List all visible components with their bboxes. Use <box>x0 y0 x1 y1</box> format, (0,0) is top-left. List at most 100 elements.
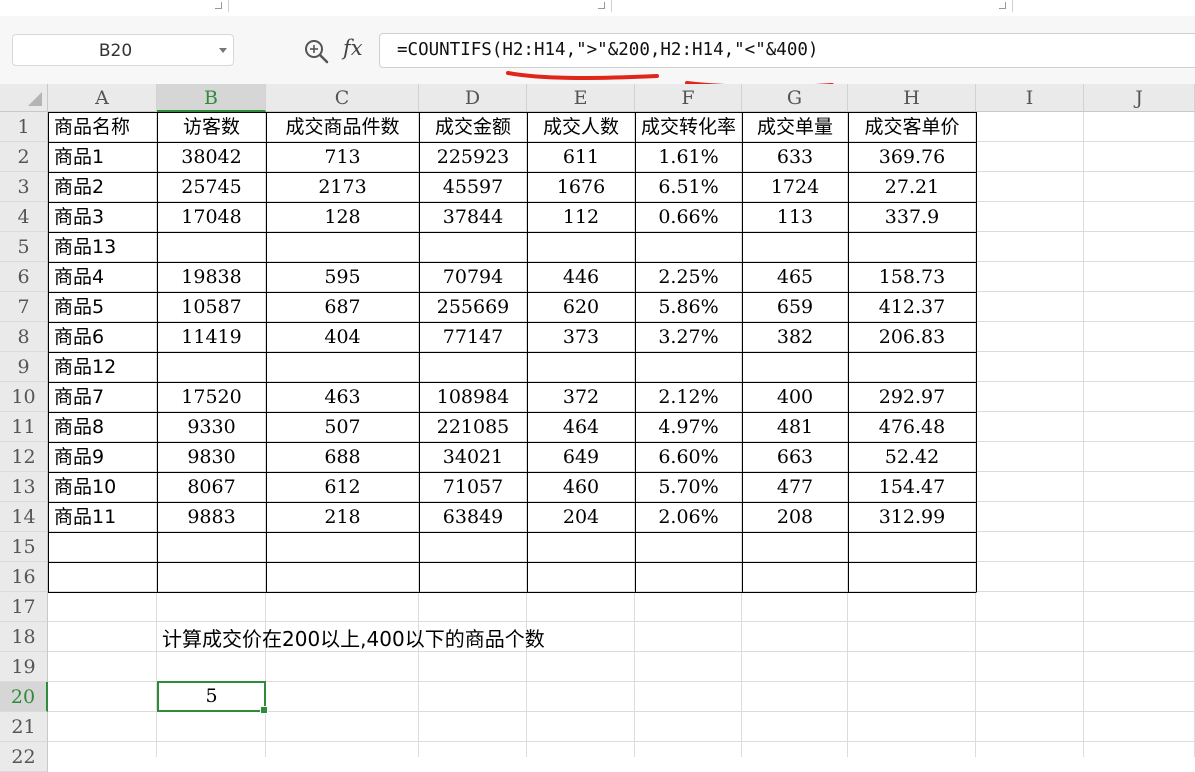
data-cell[interactable]: 2.06% <box>635 502 742 532</box>
data-cell[interactable]: 337.9 <box>848 202 976 232</box>
product-name-cell[interactable]: 商品13 <box>48 232 157 262</box>
column-header-E[interactable]: E <box>527 84 635 112</box>
data-cell[interactable]: 63849 <box>419 502 527 532</box>
data-cell[interactable]: 6.51% <box>635 172 742 202</box>
product-name-cell[interactable]: 商品7 <box>48 382 157 412</box>
product-name-cell[interactable]: 商品1 <box>48 142 157 172</box>
product-name-cell[interactable]: 商品12 <box>48 352 157 382</box>
data-cell[interactable]: 128 <box>266 202 419 232</box>
row-header-18[interactable]: 18 <box>0 622 48 652</box>
data-cell[interactable]: 208 <box>742 502 848 532</box>
row-header-11[interactable]: 11 <box>0 412 48 442</box>
product-name-cell[interactable]: 商品3 <box>48 202 157 232</box>
column-header-J[interactable]: J <box>1084 84 1195 112</box>
data-cell[interactable]: 3.27% <box>635 322 742 352</box>
column-header-B[interactable]: B <box>157 84 266 112</box>
data-cell[interactable]: 38042 <box>157 142 266 172</box>
group-expand-icon[interactable] <box>999 2 1006 9</box>
data-cell[interactable]: 52.42 <box>848 442 976 472</box>
product-name-cell[interactable]: 商品5 <box>48 292 157 322</box>
group-expand-icon[interactable] <box>215 2 222 9</box>
data-cell[interactable]: 9883 <box>157 502 266 532</box>
data-cell[interactable]: 713 <box>266 142 419 172</box>
data-cell[interactable]: 465 <box>742 262 848 292</box>
header-cell[interactable]: 成交转化率 <box>635 112 742 142</box>
data-cell[interactable]: 218 <box>266 502 419 532</box>
data-cell[interactable]: 507 <box>266 412 419 442</box>
name-box[interactable]: B20 <box>12 34 234 66</box>
data-cell[interactable]: 372 <box>527 382 635 412</box>
data-cell[interactable]: 312.99 <box>848 502 976 532</box>
data-cell[interactable]: 620 <box>527 292 635 322</box>
data-cell[interactable]: 17520 <box>157 382 266 412</box>
header-cell[interactable]: 成交人数 <box>527 112 635 142</box>
select-all-corner[interactable] <box>0 84 48 112</box>
data-cell[interactable]: 463 <box>266 382 419 412</box>
product-name-cell[interactable]: 商品10 <box>48 472 157 502</box>
data-cell[interactable]: 77147 <box>419 322 527 352</box>
product-name-cell[interactable]: 商品2 <box>48 172 157 202</box>
data-cell[interactable]: 206.83 <box>848 322 976 352</box>
header-cell[interactable]: 成交商品件数 <box>266 112 419 142</box>
data-cell[interactable]: 25745 <box>157 172 266 202</box>
data-cell[interactable]: 71057 <box>419 472 527 502</box>
data-cell[interactable]: 382 <box>742 322 848 352</box>
header-cell[interactable]: 访客数 <box>157 112 266 142</box>
data-cell[interactable]: 225923 <box>419 142 527 172</box>
data-cell[interactable]: 688 <box>266 442 419 472</box>
row-header-13[interactable]: 13 <box>0 472 48 502</box>
header-cell[interactable]: 商品名称 <box>48 112 157 142</box>
row-header-2[interactable]: 2 <box>0 142 48 172</box>
column-header-G[interactable]: G <box>742 84 848 112</box>
column-header-I[interactable]: I <box>976 84 1084 112</box>
column-header-C[interactable]: C <box>266 84 419 112</box>
row-header-16[interactable]: 16 <box>0 562 48 592</box>
row-header-15[interactable]: 15 <box>0 532 48 562</box>
row-header-20[interactable]: 20 <box>0 682 48 712</box>
data-cell[interactable]: 481 <box>742 412 848 442</box>
column-header-A[interactable]: A <box>48 84 157 112</box>
data-cell[interactable]: 158.73 <box>848 262 976 292</box>
group-expand-icon[interactable] <box>598 2 605 9</box>
data-cell[interactable]: 1676 <box>527 172 635 202</box>
data-cell[interactable]: 369.76 <box>848 142 976 172</box>
data-cell[interactable]: 9330 <box>157 412 266 442</box>
data-cell[interactable]: 659 <box>742 292 848 322</box>
chevron-down-icon[interactable] <box>219 48 227 53</box>
selected-cell-b20[interactable]: 5 <box>157 681 268 714</box>
header-cell[interactable]: 成交客单价 <box>848 112 976 142</box>
row-header-22[interactable]: 22 <box>0 742 48 772</box>
fill-handle[interactable] <box>260 706 268 714</box>
data-cell[interactable]: 687 <box>266 292 419 322</box>
data-cell[interactable]: 2.12% <box>635 382 742 412</box>
column-header-F[interactable]: F <box>635 84 742 112</box>
data-cell[interactable]: 255669 <box>419 292 527 322</box>
data-cell[interactable]: 9830 <box>157 442 266 472</box>
data-cell[interactable]: 460 <box>527 472 635 502</box>
data-cell[interactable]: 10587 <box>157 292 266 322</box>
data-cell[interactable]: 595 <box>266 262 419 292</box>
data-cell[interactable]: 5.86% <box>635 292 742 322</box>
data-cell[interactable]: 154.47 <box>848 472 976 502</box>
row-header-7[interactable]: 7 <box>0 292 48 322</box>
data-cell[interactable]: 292.97 <box>848 382 976 412</box>
fx-icon[interactable]: fx <box>343 36 363 60</box>
data-cell[interactable]: 476.48 <box>848 412 976 442</box>
data-cell[interactable]: 663 <box>742 442 848 472</box>
data-cell[interactable]: 2173 <box>266 172 419 202</box>
row-header-17[interactable]: 17 <box>0 592 48 622</box>
row-header-6[interactable]: 6 <box>0 262 48 292</box>
row-header-1[interactable]: 1 <box>0 112 48 142</box>
row-header-8[interactable]: 8 <box>0 322 48 352</box>
row-header-19[interactable]: 19 <box>0 652 48 682</box>
data-cell[interactable]: 17048 <box>157 202 266 232</box>
row-header-4[interactable]: 4 <box>0 202 48 232</box>
row-header-3[interactable]: 3 <box>0 172 48 202</box>
row-header-21[interactable]: 21 <box>0 712 48 742</box>
header-cell[interactable]: 成交金额 <box>419 112 527 142</box>
data-cell[interactable]: 400 <box>742 382 848 412</box>
note-text-cell[interactable]: 计算成交价在200以上,400以下的商品个数 <box>162 624 545 654</box>
data-cell[interactable]: 37844 <box>419 202 527 232</box>
data-cell[interactable]: 612 <box>266 472 419 502</box>
data-cell[interactable]: 2.25% <box>635 262 742 292</box>
